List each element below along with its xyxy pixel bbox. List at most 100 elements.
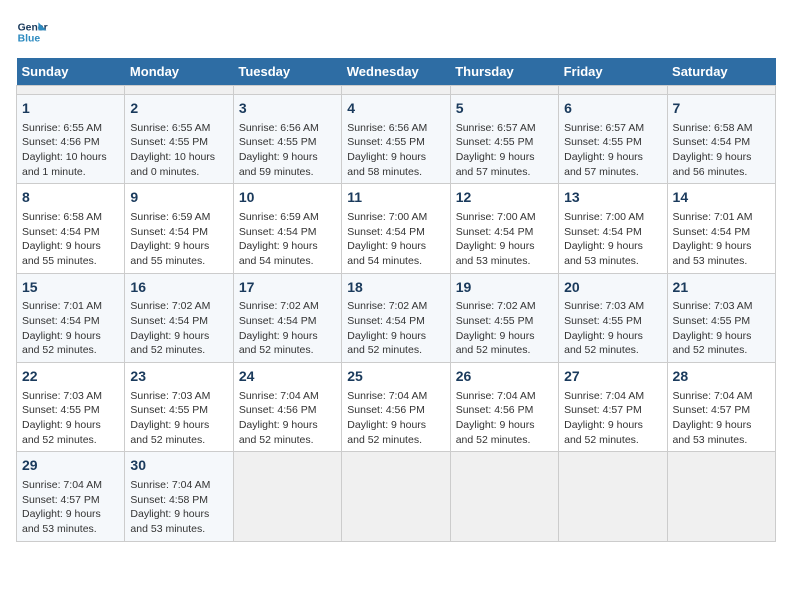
calendar-cell: 24Sunrise: 7:04 AMSunset: 4:56 PMDayligh… [233, 363, 341, 452]
day-number: 20 [564, 278, 661, 298]
calendar-cell: 16Sunrise: 7:02 AMSunset: 4:54 PMDayligh… [125, 273, 233, 362]
day-info: Sunrise: 6:59 AMSunset: 4:54 PMDaylight:… [130, 210, 227, 269]
day-number: 30 [130, 456, 227, 476]
calendar-cell: 26Sunrise: 7:04 AMSunset: 4:56 PMDayligh… [450, 363, 558, 452]
day-info: Sunrise: 6:55 AMSunset: 4:55 PMDaylight:… [130, 121, 227, 180]
calendar-cell: 19Sunrise: 7:02 AMSunset: 4:55 PMDayligh… [450, 273, 558, 362]
calendar-cell: 14Sunrise: 7:01 AMSunset: 4:54 PMDayligh… [667, 184, 775, 273]
day-number: 5 [456, 99, 553, 119]
calendar-cell: 8Sunrise: 6:58 AMSunset: 4:54 PMDaylight… [17, 184, 125, 273]
calendar-cell [667, 86, 775, 95]
day-info: Sunrise: 7:01 AMSunset: 4:54 PMDaylight:… [673, 210, 770, 269]
day-info: Sunrise: 6:56 AMSunset: 4:55 PMDaylight:… [239, 121, 336, 180]
day-number: 15 [22, 278, 119, 298]
calendar-cell [450, 86, 558, 95]
calendar-cell [559, 452, 667, 541]
calendar-cell: 11Sunrise: 7:00 AMSunset: 4:54 PMDayligh… [342, 184, 450, 273]
day-info: Sunrise: 7:04 AMSunset: 4:57 PMDaylight:… [673, 389, 770, 448]
day-info: Sunrise: 6:55 AMSunset: 4:56 PMDaylight:… [22, 121, 119, 180]
day-number: 19 [456, 278, 553, 298]
calendar-cell [342, 86, 450, 95]
calendar-cell: 15Sunrise: 7:01 AMSunset: 4:54 PMDayligh… [17, 273, 125, 362]
calendar-cell: 3Sunrise: 6:56 AMSunset: 4:55 PMDaylight… [233, 95, 341, 184]
day-info: Sunrise: 6:58 AMSunset: 4:54 PMDaylight:… [22, 210, 119, 269]
calendar-cell [342, 452, 450, 541]
calendar-cell [450, 452, 558, 541]
day-info: Sunrise: 7:02 AMSunset: 4:54 PMDaylight:… [130, 299, 227, 358]
day-info: Sunrise: 7:04 AMSunset: 4:56 PMDaylight:… [347, 389, 444, 448]
day-header-thursday: Thursday [450, 58, 558, 86]
day-info: Sunrise: 7:03 AMSunset: 4:55 PMDaylight:… [564, 299, 661, 358]
day-number: 28 [673, 367, 770, 387]
day-number: 17 [239, 278, 336, 298]
calendar-cell: 18Sunrise: 7:02 AMSunset: 4:54 PMDayligh… [342, 273, 450, 362]
day-number: 12 [456, 188, 553, 208]
day-number: 7 [673, 99, 770, 119]
day-info: Sunrise: 7:03 AMSunset: 4:55 PMDaylight:… [673, 299, 770, 358]
calendar-cell: 10Sunrise: 6:59 AMSunset: 4:54 PMDayligh… [233, 184, 341, 273]
day-number: 21 [673, 278, 770, 298]
calendar-cell: 9Sunrise: 6:59 AMSunset: 4:54 PMDaylight… [125, 184, 233, 273]
calendar-cell: 21Sunrise: 7:03 AMSunset: 4:55 PMDayligh… [667, 273, 775, 362]
calendar-cell [559, 86, 667, 95]
day-info: Sunrise: 7:00 AMSunset: 4:54 PMDaylight:… [456, 210, 553, 269]
calendar-header-row: SundayMondayTuesdayWednesdayThursdayFrid… [17, 58, 776, 86]
day-header-saturday: Saturday [667, 58, 775, 86]
day-info: Sunrise: 7:01 AMSunset: 4:54 PMDaylight:… [22, 299, 119, 358]
day-number: 8 [22, 188, 119, 208]
day-number: 18 [347, 278, 444, 298]
day-number: 1 [22, 99, 119, 119]
calendar-cell: 7Sunrise: 6:58 AMSunset: 4:54 PMDaylight… [667, 95, 775, 184]
day-number: 2 [130, 99, 227, 119]
calendar-cell: 20Sunrise: 7:03 AMSunset: 4:55 PMDayligh… [559, 273, 667, 362]
day-number: 10 [239, 188, 336, 208]
calendar-cell: 4Sunrise: 6:56 AMSunset: 4:55 PMDaylight… [342, 95, 450, 184]
calendar-cell: 17Sunrise: 7:02 AMSunset: 4:54 PMDayligh… [233, 273, 341, 362]
day-info: Sunrise: 7:02 AMSunset: 4:55 PMDaylight:… [456, 299, 553, 358]
calendar-table: SundayMondayTuesdayWednesdayThursdayFrid… [16, 58, 776, 542]
day-header-monday: Monday [125, 58, 233, 86]
calendar-cell: 6Sunrise: 6:57 AMSunset: 4:55 PMDaylight… [559, 95, 667, 184]
day-info: Sunrise: 6:57 AMSunset: 4:55 PMDaylight:… [564, 121, 661, 180]
calendar-cell [233, 452, 341, 541]
day-info: Sunrise: 7:03 AMSunset: 4:55 PMDaylight:… [22, 389, 119, 448]
calendar-cell [125, 86, 233, 95]
day-number: 6 [564, 99, 661, 119]
header: General Blue [16, 16, 776, 48]
calendar-cell: 5Sunrise: 6:57 AMSunset: 4:55 PMDaylight… [450, 95, 558, 184]
calendar-cell: 28Sunrise: 7:04 AMSunset: 4:57 PMDayligh… [667, 363, 775, 452]
day-number: 24 [239, 367, 336, 387]
calendar-cell [17, 86, 125, 95]
svg-text:Blue: Blue [18, 34, 41, 45]
day-number: 4 [347, 99, 444, 119]
calendar-cell: 22Sunrise: 7:03 AMSunset: 4:55 PMDayligh… [17, 363, 125, 452]
day-number: 16 [130, 278, 227, 298]
calendar-week-row: 1Sunrise: 6:55 AMSunset: 4:56 PMDaylight… [17, 95, 776, 184]
day-header-wednesday: Wednesday [342, 58, 450, 86]
day-header-sunday: Sunday [17, 58, 125, 86]
day-number: 13 [564, 188, 661, 208]
calendar-cell: 29Sunrise: 7:04 AMSunset: 4:57 PMDayligh… [17, 452, 125, 541]
day-header-tuesday: Tuesday [233, 58, 341, 86]
day-info: Sunrise: 7:04 AMSunset: 4:57 PMDaylight:… [22, 478, 119, 537]
day-info: Sunrise: 6:58 AMSunset: 4:54 PMDaylight:… [673, 121, 770, 180]
calendar-cell: 12Sunrise: 7:00 AMSunset: 4:54 PMDayligh… [450, 184, 558, 273]
calendar-week-row [17, 86, 776, 95]
calendar-cell: 23Sunrise: 7:03 AMSunset: 4:55 PMDayligh… [125, 363, 233, 452]
day-number: 23 [130, 367, 227, 387]
day-info: Sunrise: 7:00 AMSunset: 4:54 PMDaylight:… [564, 210, 661, 269]
day-info: Sunrise: 7:00 AMSunset: 4:54 PMDaylight:… [347, 210, 444, 269]
day-info: Sunrise: 7:03 AMSunset: 4:55 PMDaylight:… [130, 389, 227, 448]
day-header-friday: Friday [559, 58, 667, 86]
calendar-week-row: 8Sunrise: 6:58 AMSunset: 4:54 PMDaylight… [17, 184, 776, 273]
day-info: Sunrise: 7:02 AMSunset: 4:54 PMDaylight:… [239, 299, 336, 358]
calendar-cell [233, 86, 341, 95]
day-number: 14 [673, 188, 770, 208]
calendar-cell: 13Sunrise: 7:00 AMSunset: 4:54 PMDayligh… [559, 184, 667, 273]
calendar-cell: 27Sunrise: 7:04 AMSunset: 4:57 PMDayligh… [559, 363, 667, 452]
calendar-cell [667, 452, 775, 541]
day-number: 11 [347, 188, 444, 208]
day-info: Sunrise: 7:02 AMSunset: 4:54 PMDaylight:… [347, 299, 444, 358]
calendar-cell: 2Sunrise: 6:55 AMSunset: 4:55 PMDaylight… [125, 95, 233, 184]
calendar-week-row: 29Sunrise: 7:04 AMSunset: 4:57 PMDayligh… [17, 452, 776, 541]
